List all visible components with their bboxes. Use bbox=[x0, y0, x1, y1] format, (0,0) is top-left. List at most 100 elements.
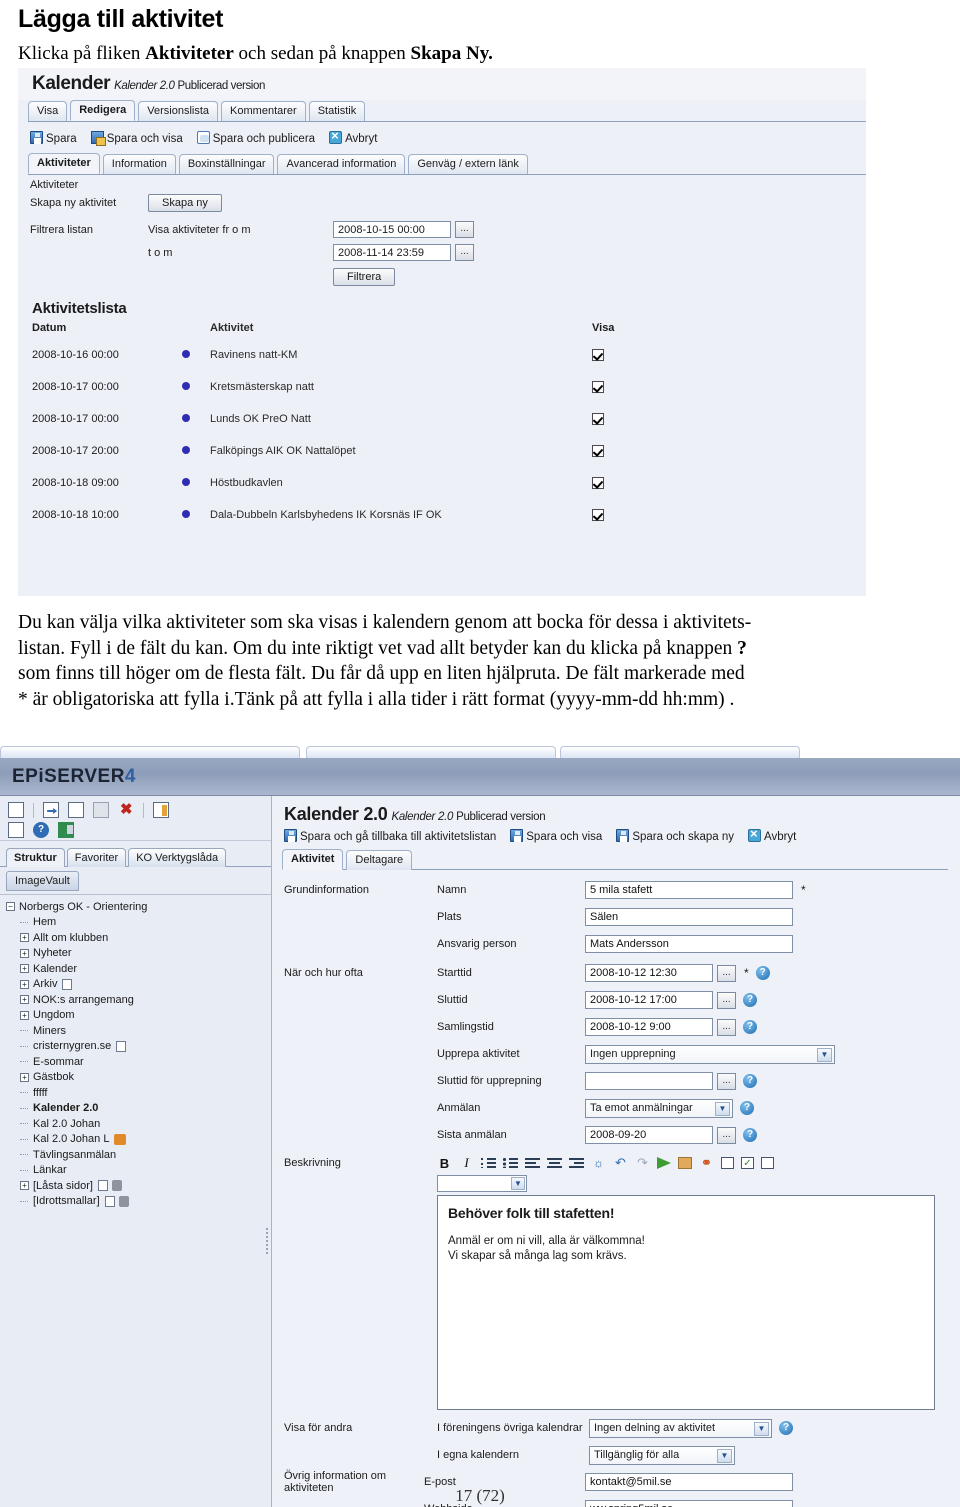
browser-tab-3[interactable] bbox=[560, 746, 800, 758]
tree-node[interactable]: + Gästbok bbox=[6, 1070, 271, 1086]
expand-toggle-icon[interactable]: + bbox=[20, 1181, 29, 1191]
tree-node[interactable]: + Nyheter bbox=[6, 946, 271, 962]
to-date-picker-button[interactable]: ... bbox=[455, 244, 474, 261]
help-icon[interactable]: ? bbox=[740, 1101, 754, 1115]
samlingstid-input[interactable]: 2008-10-12 9:00 bbox=[585, 1018, 713, 1036]
row-show-checkbox[interactable] bbox=[592, 380, 652, 394]
italic-icon[interactable]: I bbox=[459, 1155, 474, 1171]
tree-node[interactable]: Miners bbox=[6, 1023, 271, 1039]
tree-node[interactable]: + Kalender bbox=[6, 961, 271, 977]
unordered-list-icon[interactable] bbox=[503, 1156, 518, 1170]
tree-node-root[interactable]: − Norbergs OK - Orientering bbox=[6, 899, 271, 915]
search-icon[interactable] bbox=[8, 822, 24, 838]
tree-node[interactable]: Hem bbox=[6, 915, 271, 931]
tree-node[interactable]: + Allt om klubben bbox=[6, 930, 271, 946]
tree-node[interactable]: Tävlingsanmälan bbox=[6, 1147, 271, 1163]
browser-tab-2[interactable] bbox=[306, 746, 556, 758]
sluttid-picker-button[interactable]: ... bbox=[717, 991, 736, 1009]
tree-node[interactable]: cristernygren.se bbox=[6, 1039, 271, 1055]
tree-node[interactable]: Kal 2.0 Johan bbox=[6, 1116, 271, 1132]
save-and-back-button[interactable]: Spara och gå tillbaka till aktivitetslis… bbox=[284, 829, 496, 843]
tab-kommentarer[interactable]: Kommentarer bbox=[221, 101, 306, 121]
ovriga-kalendrar-select[interactable]: Ingen delning av aktivitet ▼ bbox=[589, 1418, 772, 1438]
help-icon[interactable]: ? bbox=[743, 1074, 757, 1088]
find-icon[interactable]: ☼ bbox=[591, 1156, 606, 1170]
align-right-icon[interactable] bbox=[569, 1156, 584, 1170]
sluttid-upprepning-picker-button[interactable]: ... bbox=[717, 1072, 736, 1090]
help-icon[interactable]: ? bbox=[779, 1421, 793, 1435]
help-icon[interactable]: ? bbox=[743, 1128, 757, 1142]
expand-toggle-icon[interactable]: + bbox=[20, 1010, 29, 1020]
tab-ko-verktygslada[interactable]: KO Verktygslåda bbox=[128, 848, 227, 867]
sluttid-input[interactable]: 2008-10-12 17:00 bbox=[585, 991, 713, 1009]
tab-statistik[interactable]: Statistik bbox=[308, 101, 366, 121]
help-icon[interactable]: ? bbox=[743, 993, 757, 1007]
row-show-checkbox[interactable] bbox=[592, 476, 652, 490]
tree-node[interactable]: + [Låsta sidor] bbox=[6, 1178, 271, 1194]
tree-node[interactable]: Kal 2.0 Johan L bbox=[6, 1132, 271, 1148]
browser-tab-1[interactable] bbox=[0, 746, 300, 758]
tab-deltagare[interactable]: Deltagare bbox=[346, 850, 413, 870]
expand-toggle-icon[interactable]: + bbox=[20, 964, 29, 974]
expand-toggle-icon[interactable]: + bbox=[20, 979, 29, 989]
expand-toggle-icon[interactable]: + bbox=[20, 948, 29, 958]
save-and-view-button[interactable]: Spara och visa bbox=[90, 131, 183, 146]
tab-aktivitet[interactable]: Aktivitet bbox=[282, 849, 344, 870]
tree-node[interactable]: + Ungdom bbox=[6, 1008, 271, 1024]
paste-icon[interactable] bbox=[93, 802, 110, 818]
tab-imagevault[interactable]: ImageVault bbox=[6, 871, 79, 891]
starttid-input[interactable]: 2008-10-12 12:30 bbox=[585, 964, 713, 982]
save-button[interactable]: Spara bbox=[30, 131, 77, 145]
insert-link-icon[interactable] bbox=[657, 1157, 671, 1169]
row-show-checkbox[interactable] bbox=[592, 444, 652, 458]
save-and-create-new-button[interactable]: Spara och skapa ny bbox=[616, 829, 734, 843]
cancel-button[interactable]: Avbryt bbox=[329, 129, 377, 145]
save-and-publish-button[interactable]: Spara och publicera bbox=[196, 131, 315, 145]
from-date-input[interactable]: 2008-10-15 00:00 bbox=[333, 221, 451, 238]
align-left-icon[interactable] bbox=[525, 1156, 540, 1170]
editor-style-select[interactable]: ▼ bbox=[437, 1175, 527, 1192]
redo-icon[interactable]: ↷ bbox=[635, 1155, 650, 1171]
expand-toggle-icon[interactable]: + bbox=[20, 995, 29, 1005]
tree-node[interactable]: E-sommar bbox=[6, 1054, 271, 1070]
plats-input[interactable]: Sälen bbox=[585, 908, 793, 926]
tree-node-selected[interactable]: Kalender 2.0 bbox=[6, 1101, 271, 1117]
starttid-picker-button[interactable]: ... bbox=[717, 964, 736, 982]
tab-avancerad-information[interactable]: Avancerad information bbox=[277, 154, 406, 174]
tab-information[interactable]: Information bbox=[102, 154, 176, 174]
save-and-view-button[interactable]: Spara och visa bbox=[510, 829, 602, 843]
from-date-picker-button[interactable]: ... bbox=[455, 221, 474, 238]
tab-genvag-extern-lank[interactable]: Genväg / extern länk bbox=[408, 154, 528, 174]
namn-input[interactable]: 5 mila stafett bbox=[585, 881, 793, 899]
tab-aktiviteter[interactable]: Aktiviteter bbox=[28, 153, 100, 174]
samlingstid-picker-button[interactable]: ... bbox=[717, 1018, 736, 1036]
tab-struktur[interactable]: Struktur bbox=[6, 848, 65, 867]
tab-visa[interactable]: Visa bbox=[28, 101, 68, 121]
validate-icon[interactable]: ✓ bbox=[741, 1157, 754, 1169]
ordered-list-icon[interactable] bbox=[481, 1156, 496, 1170]
tab-favoriter[interactable]: Favoriter bbox=[66, 848, 127, 867]
sista-anmalan-picker-button[interactable]: ... bbox=[717, 1126, 736, 1144]
new-page-icon[interactable] bbox=[8, 802, 24, 818]
tree-node[interactable]: [Idrottsmallar] bbox=[6, 1194, 271, 1210]
sista-anmalan-input[interactable]: 2008-09-20 bbox=[585, 1126, 713, 1144]
delete-icon[interactable]: ✖ bbox=[118, 802, 134, 818]
upprepa-aktivitet-select[interactable]: Ingen upprepning ▼ bbox=[585, 1044, 835, 1064]
anmalan-select[interactable]: Ta emot anmälningar ▼ bbox=[585, 1098, 733, 1118]
tree-node[interactable]: Länkar bbox=[6, 1163, 271, 1179]
row-show-checkbox[interactable] bbox=[592, 348, 652, 362]
copy-icon[interactable] bbox=[68, 802, 85, 818]
to-date-input[interactable]: 2008-11-14 23:59 bbox=[333, 244, 451, 261]
tree-node[interactable]: + NOK:s arrangemang bbox=[6, 992, 271, 1008]
new-window-icon[interactable] bbox=[761, 1157, 774, 1169]
tab-versionslista[interactable]: Versionslista bbox=[138, 101, 219, 121]
move-to-icon[interactable] bbox=[43, 802, 60, 818]
bold-icon[interactable]: B bbox=[437, 1156, 452, 1171]
help-icon[interactable]: ? bbox=[33, 822, 50, 838]
tree-node[interactable]: fffff bbox=[6, 1085, 271, 1101]
sluttid-upprepning-input[interactable] bbox=[585, 1072, 713, 1090]
language-icon[interactable] bbox=[153, 802, 170, 818]
ansvarig-person-input[interactable]: Mats Andersson bbox=[585, 935, 793, 953]
row-show-checkbox[interactable] bbox=[592, 412, 652, 426]
tree-node[interactable]: + Arkiv bbox=[6, 977, 271, 993]
